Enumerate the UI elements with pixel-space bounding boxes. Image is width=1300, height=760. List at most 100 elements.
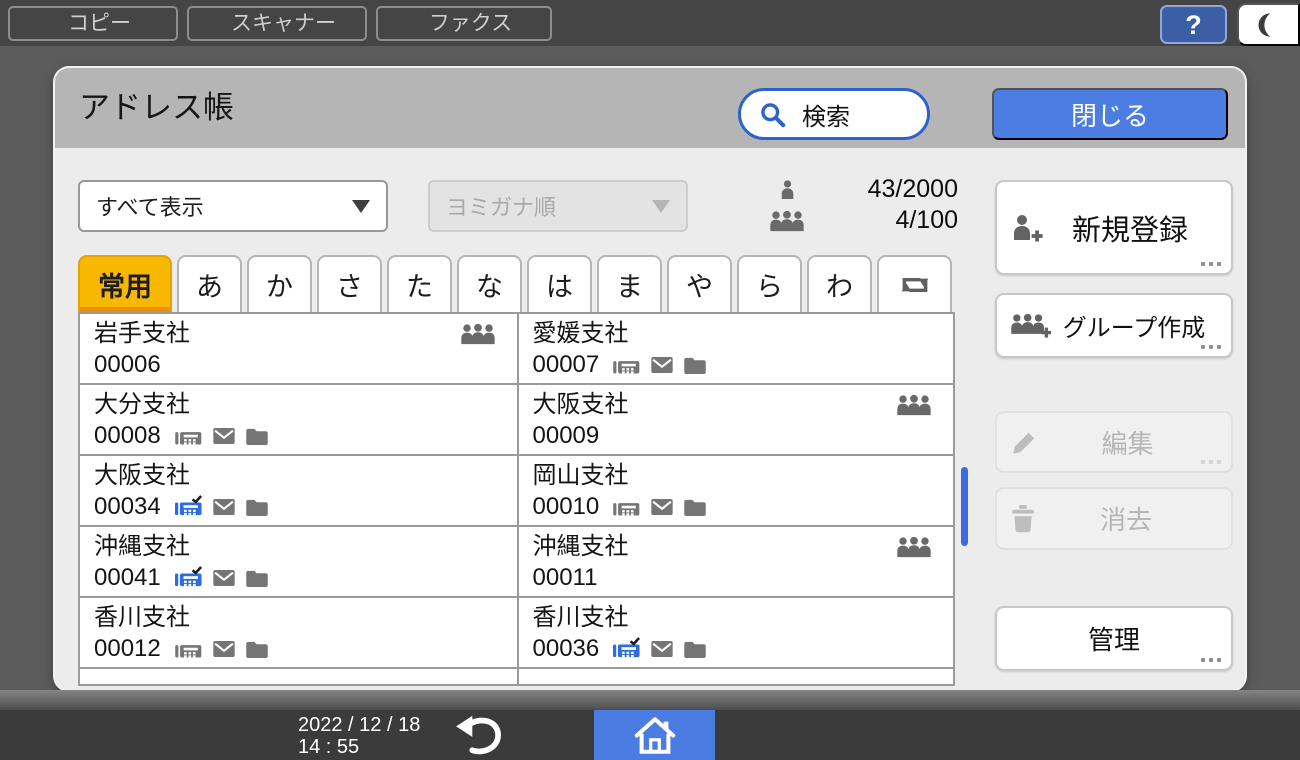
search-button[interactable]: 検索	[738, 88, 930, 140]
list-row: 大分支社 00008 大阪支社 00009	[80, 385, 953, 456]
search-icon	[759, 101, 786, 128]
sort-order-dropdown[interactable]: ヨミガナ順	[428, 180, 688, 232]
back-button[interactable]	[446, 713, 512, 757]
address-entry[interactable]: 大阪支社 00009	[517, 385, 954, 454]
index-tab-ra[interactable]: ら	[737, 255, 802, 312]
close-button[interactable]: 閉じる	[992, 88, 1228, 140]
address-entry	[517, 669, 954, 686]
entry-name: 愛媛支社	[533, 319, 629, 349]
person-add-icon	[1011, 214, 1043, 242]
person-icon	[778, 179, 797, 200]
entry-name: 岡山支社	[533, 461, 629, 491]
register-new-button[interactable]: 新規登録	[995, 180, 1233, 275]
group-icon	[897, 536, 931, 558]
fax-confirmed-icon	[613, 636, 640, 662]
entry-name: 香川支社	[94, 603, 190, 633]
address-entry	[80, 669, 517, 686]
fax-icon	[175, 425, 202, 448]
dialog-body: すべて表示 ヨミガナ順 43/2000 4/100 常用	[55, 148, 1245, 690]
fax-confirmed-icon	[175, 494, 202, 520]
sort-order-value: ヨミガナ順	[446, 190, 556, 222]
index-tab-na[interactable]: な	[457, 255, 522, 312]
index-tab-ha[interactable]: は	[527, 255, 592, 312]
index-tab-wa[interactable]: わ	[807, 255, 872, 312]
more-dots-icon	[1201, 658, 1221, 662]
address-entry[interactable]: 岡山支社 00010	[517, 456, 954, 525]
list-row: 岩手支社 00006 愛媛支社 00007	[80, 314, 953, 385]
address-entry[interactable]: 沖縄支社 00041	[80, 527, 517, 596]
entry-name: 沖縄支社	[94, 532, 190, 562]
index-toggle-button[interactable]	[877, 255, 952, 312]
index-tab-sa[interactable]: さ	[317, 255, 382, 312]
address-entry[interactable]: 香川支社 00012	[80, 598, 517, 667]
entry-name: 岩手支社	[94, 319, 190, 349]
search-label: 検索	[802, 97, 850, 132]
chevron-down-icon	[352, 200, 370, 213]
address-entry[interactable]: 大阪支社 00034	[80, 456, 517, 525]
email-icon	[213, 499, 235, 515]
sleep-mode-button[interactable]	[1237, 3, 1300, 46]
entry-id: 00041	[94, 564, 161, 592]
entry-name: 大分支社	[94, 390, 190, 420]
delete-button[interactable]: 消去	[995, 487, 1233, 550]
top-bar: コピー スキャナー ファクス ?	[0, 0, 1300, 46]
address-entry-list: 岩手支社 00006 愛媛支社 00007	[78, 312, 955, 686]
registration-counters: 43/2000 4/100	[765, 174, 958, 236]
index-tab-ta[interactable]: た	[387, 255, 452, 312]
address-entry[interactable]: 沖縄支社 00011	[517, 527, 954, 596]
manage-label: 管理	[1011, 620, 1217, 657]
entry-name: 大阪支社	[94, 461, 190, 491]
display-filter-value: すべて表示	[96, 190, 204, 222]
more-dots-icon	[1201, 460, 1221, 464]
datetime-display: 2022 / 12 / 18 14 : 55	[298, 714, 420, 758]
group-icon	[770, 210, 804, 232]
tab-copy[interactable]: コピー	[8, 6, 178, 41]
group-icon	[897, 394, 931, 416]
tab-fax[interactable]: ファクス	[376, 6, 552, 41]
address-book-dialog: アドレス帳 検索 閉じる すべて表示 ヨミガナ順 43/2000	[55, 68, 1245, 690]
address-entry[interactable]: 愛媛支社 00007	[517, 314, 954, 383]
entry-id: 00012	[94, 635, 161, 663]
entry-id: 00034	[94, 493, 161, 521]
list-row: 沖縄支社 00041 沖縄支社 00011	[80, 527, 953, 598]
contacts-count: 43/2000	[809, 175, 958, 204]
address-entry[interactable]: 香川支社 00036	[517, 598, 954, 667]
index-tab-frequent[interactable]: 常用	[78, 255, 172, 312]
entry-id: 00036	[533, 635, 600, 663]
email-icon	[213, 641, 235, 657]
entry-name: 大阪支社	[533, 390, 629, 420]
email-icon	[651, 641, 673, 657]
index-tab-a[interactable]: あ	[177, 255, 242, 312]
manage-button[interactable]: 管理	[995, 606, 1233, 671]
swap-icon	[899, 272, 931, 298]
groups-count: 4/100	[809, 206, 958, 235]
register-new-label: 新規登録	[1043, 207, 1217, 249]
date-text: 2022 / 12 / 18	[298, 714, 420, 736]
group-icon	[461, 323, 495, 345]
email-icon	[651, 357, 673, 373]
entry-id: 00011	[533, 564, 598, 592]
scrollbar-thumb[interactable]	[961, 467, 968, 546]
trash-icon	[1011, 505, 1035, 533]
bottom-bar: 2022 / 12 / 18 14 : 55	[0, 710, 1300, 760]
entry-name: 香川支社	[533, 603, 629, 633]
more-dots-icon	[1201, 345, 1221, 349]
list-row-partial	[80, 669, 953, 686]
index-tab-ya[interactable]: や	[667, 255, 732, 312]
folder-icon	[246, 570, 268, 587]
home-button[interactable]	[594, 710, 715, 760]
address-entry[interactable]: 大分支社 00008	[80, 385, 517, 454]
index-tab-ka[interactable]: か	[247, 255, 312, 312]
folder-icon	[246, 499, 268, 516]
help-button[interactable]: ?	[1160, 5, 1227, 44]
create-group-button[interactable]: グループ作成	[995, 293, 1233, 358]
folder-icon	[684, 357, 706, 374]
index-tab-ma[interactable]: ま	[597, 255, 662, 312]
display-filter-dropdown[interactable]: すべて表示	[78, 180, 388, 232]
edit-button[interactable]: 編集	[995, 411, 1233, 473]
email-icon	[213, 570, 235, 586]
address-entry[interactable]: 岩手支社 00006	[80, 314, 517, 383]
tab-scanner[interactable]: スキャナー	[187, 6, 367, 41]
edit-label: 編集	[1038, 424, 1217, 461]
list-row: 大阪支社 00034 岡山支社 00010	[80, 456, 953, 527]
